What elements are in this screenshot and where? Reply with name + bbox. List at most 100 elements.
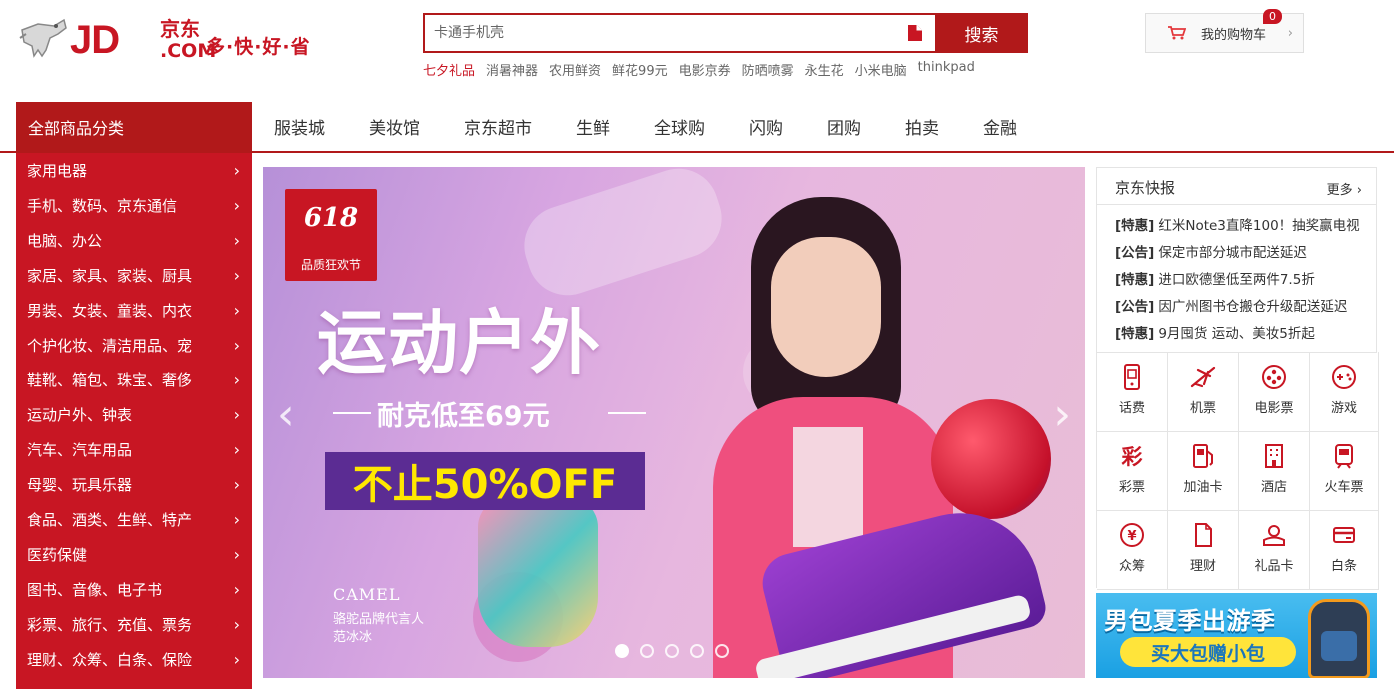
all-categories-title[interactable]: 全部商品分类 <box>16 102 252 152</box>
hot-search-word[interactable]: 小米电脑 <box>855 60 907 80</box>
nav-link[interactable]: 闪购 <box>727 114 805 139</box>
hot-search-word[interactable]: 防晒喷雾 <box>742 60 794 80</box>
category-item[interactable]: 手机、数码、京东通信 › <box>16 188 252 223</box>
chevron-right-icon: › <box>1287 25 1293 41</box>
nav-link[interactable]: 全球购 <box>632 114 727 139</box>
jd-logo[interactable]: JD 京东 .COM 多·快·好·省 <box>16 14 326 70</box>
service-item[interactable]: 酒店 <box>1239 431 1310 511</box>
banner-brand-line2: 范冰冰 <box>333 630 373 645</box>
service-item[interactable]: 机票 <box>1168 352 1239 432</box>
nav-link[interactable]: 拍卖 <box>883 114 961 139</box>
nav-link[interactable]: 金融 <box>961 114 1039 139</box>
category-item[interactable]: 家用电器 › <box>16 153 252 188</box>
category-item[interactable]: 电脑、办公 › <box>16 223 252 258</box>
banner-next-arrow-icon[interactable]: › <box>1053 389 1071 440</box>
promo-banner[interactable]: 618 品质狂欢节 运动户外 耐克低至69元 不止50%OFF CAMEL 骆驼… <box>263 167 1085 678</box>
category-item[interactable]: 母婴、玩具乐器 › <box>16 467 252 502</box>
category-item[interactable]: 汽车、汽车用品 › <box>16 432 252 467</box>
category-label: 医药保健 <box>27 545 88 564</box>
category-item[interactable]: 男装、女装、童装、内衣 › <box>16 293 252 328</box>
news-text: 9月囤货 运动、美妆5折起 <box>1158 326 1315 342</box>
category-label: 男装、女装、童装、内衣 <box>27 301 193 320</box>
category-item[interactable]: 鞋靴、箱包、珠宝、奢侈 › <box>16 362 252 397</box>
svg-text:¥: ¥ <box>1127 529 1136 544</box>
nav-link[interactable]: 团购 <box>805 114 883 139</box>
category-label: 个护化妆、清洁用品、宠 <box>27 336 193 355</box>
category-item[interactable]: 家居、家具、家装、厨具 › <box>16 258 252 293</box>
service-item[interactable]: 话费 <box>1097 352 1168 432</box>
category-label: 理财、众筹、白条、保险 <box>27 650 193 669</box>
news-text: 保定市部分城市配送延迟 <box>1158 245 1307 261</box>
ad-title: 男包夏季出游季 <box>1104 607 1276 635</box>
chevron-right-icon: › <box>1356 183 1362 198</box>
nav-link[interactable]: 美妆馆 <box>347 114 442 139</box>
banner-dot[interactable] <box>615 644 629 658</box>
nav-link[interactable]: 生鲜 <box>554 114 632 139</box>
banner-dot[interactable] <box>640 644 654 658</box>
service-item[interactable]: 游戏 <box>1310 352 1379 432</box>
banner-dot[interactable] <box>665 644 679 658</box>
banner-dot[interactable] <box>690 644 704 658</box>
category-item[interactable]: 食品、酒类、生鲜、特产 › <box>16 502 252 537</box>
category-item[interactable]: 运动户外、钟表 › <box>16 397 252 432</box>
hot-search-word[interactable]: 七夕礼品 <box>423 60 475 80</box>
category-label: 汽车、汽车用品 <box>27 441 133 460</box>
chevron-right-icon: › <box>233 440 240 460</box>
badge-text: 品质狂欢节 <box>300 258 361 272</box>
hot-search-word[interactable]: 永生花 <box>805 60 844 80</box>
service-label: 火车票 <box>1324 480 1364 495</box>
service-item[interactable]: ¥ 众筹 <box>1097 510 1168 590</box>
nav-link[interactable]: 京东超市 <box>442 114 554 139</box>
service-label: 酒店 <box>1260 480 1287 495</box>
news-item[interactable]: [特惠] 红米Note3直降100！抽奖赢电视 <box>1115 214 1360 234</box>
news-text: 进口欧德堡低至两件7.5折 <box>1158 272 1315 288</box>
service-item[interactable]: 加油卡 <box>1168 431 1239 511</box>
news-tag: [特惠] <box>1115 218 1155 234</box>
hot-search-word[interactable]: 电影京券 <box>679 60 731 80</box>
banner-prev-arrow-icon[interactable]: ‹ <box>277 389 295 440</box>
logo-text: JD <box>70 18 120 62</box>
image-search-icon[interactable] <box>907 24 923 42</box>
service-item[interactable]: 彩彩票 <box>1097 431 1168 511</box>
bag-promo-ad[interactable]: 男包夏季出游季 买大包赠小包 <box>1096 593 1377 678</box>
service-item[interactable]: 火车票 <box>1310 431 1379 511</box>
banner-dot[interactable] <box>715 644 729 658</box>
news-item[interactable]: [公告] 因广州图书仓搬仓升级配送延迟 <box>1115 295 1347 315</box>
badge-number: 618 <box>303 203 359 233</box>
news-more-link[interactable]: 更多 › <box>1327 179 1362 198</box>
category-item[interactable]: 个护化妆、清洁用品、宠 › <box>16 328 252 363</box>
cart-icon <box>1168 26 1186 40</box>
news-item[interactable]: [特惠] 9月囤货 运动、美妆5折起 <box>1115 322 1315 342</box>
news-item[interactable]: [特惠] 进口欧德堡低至两件7.5折 <box>1115 268 1315 288</box>
search-input[interactable] <box>425 15 937 51</box>
category-item[interactable]: 彩票、旅行、充值、票务 › <box>16 607 252 642</box>
news-divider <box>1097 204 1376 205</box>
category-label: 电脑、办公 <box>27 231 103 250</box>
hot-search-word[interactable]: 鲜花99元 <box>612 60 668 80</box>
search-button[interactable]: 搜索 <box>935 13 1028 53</box>
service-item[interactable]: 白条 <box>1310 510 1379 590</box>
category-label: 彩票、旅行、充值、票务 <box>27 615 193 634</box>
news-text: 因广州图书仓搬仓升级配送延迟 <box>1158 299 1348 315</box>
category-label: 鞋靴、箱包、珠宝、奢侈 <box>27 371 193 390</box>
service-item[interactable]: 礼品卡 <box>1239 510 1310 590</box>
nav-link[interactable]: 服装城 <box>252 114 347 139</box>
category-item[interactable]: 医药保健 › <box>16 537 252 572</box>
hot-search-word[interactable]: 消暑神器 <box>486 60 538 80</box>
service-item[interactable]: 电影票 <box>1239 352 1310 432</box>
category-item[interactable]: 理财、众筹、白条、保险 › <box>16 642 252 677</box>
yuan-coin-icon: ¥ <box>1117 520 1147 550</box>
news-item[interactable]: [公告] 保定市部分城市配送延迟 <box>1115 241 1307 261</box>
hot-search-word[interactable]: thinkpad <box>918 60 975 80</box>
news-title: 京东快报 <box>1115 179 1176 197</box>
chevron-right-icon: › <box>233 510 240 529</box>
search-box: 搜索 <box>423 13 1028 53</box>
category-label: 手机、数码、京东通信 <box>27 196 178 215</box>
banner-brand: CAMEL <box>333 585 401 604</box>
category-menu: 家用电器 › 手机、数码、京东通信 › 电脑、办公 › 家居、家具、家装、厨具 › 男装、女装、… <box>16 153 252 689</box>
hot-search-word[interactable]: 农用鲜资 <box>549 60 601 80</box>
category-item[interactable]: 图书、音像、电子书 › <box>16 572 252 607</box>
chevron-right-icon: › <box>233 370 240 390</box>
svg-text:彩: 彩 <box>1121 445 1143 469</box>
service-item[interactable]: 理财 <box>1168 510 1239 590</box>
